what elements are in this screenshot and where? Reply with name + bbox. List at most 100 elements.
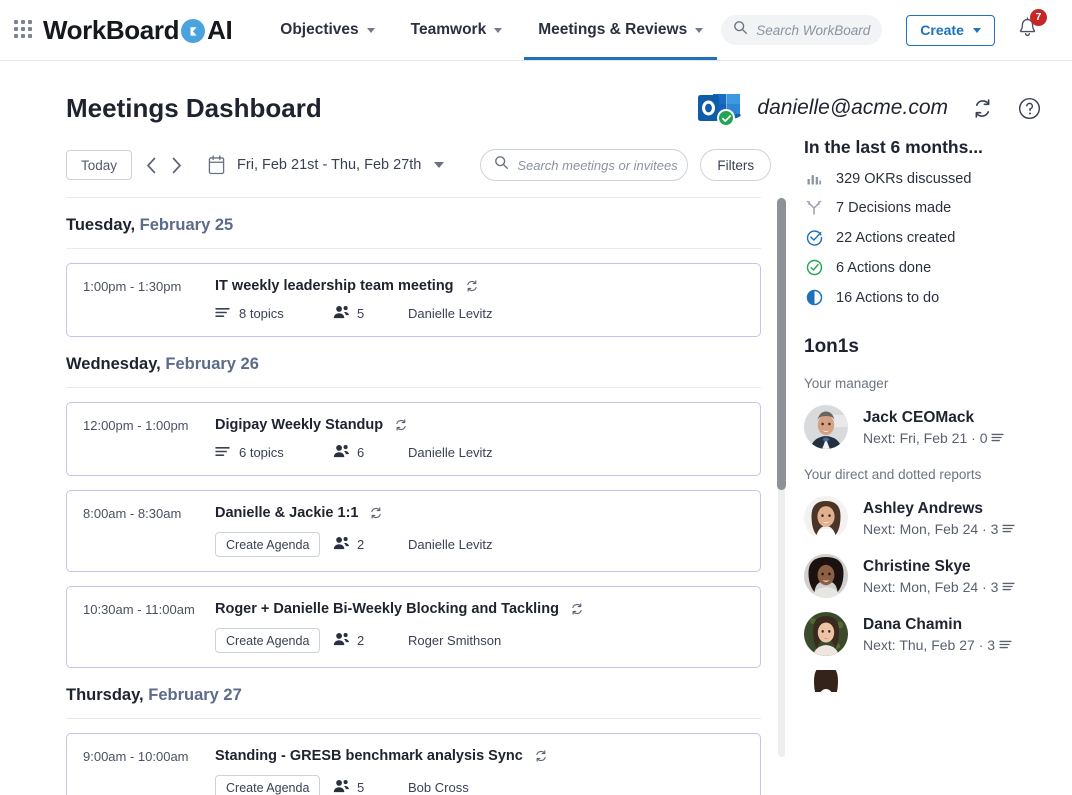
day-divider (66, 248, 761, 249)
report-3-next-label: Next: Thu, Feb 27 · 3 (863, 636, 996, 653)
apps-grid-icon[interactable] (14, 20, 32, 40)
day-monthday: February 25 (139, 216, 234, 234)
meeting-card[interactable]: 8:00am - 8:30am Danielle & Jackie 1:1 Cr… (66, 490, 761, 572)
meeting-attendees: 5 (333, 305, 408, 322)
connected-account: danielle@acme.com (697, 91, 1042, 127)
notifications-button[interactable]: 7 (1017, 8, 1047, 44)
meeting-card[interactable]: 9:00am - 10:00am Standing - GRESB benchm… (66, 733, 761, 795)
report-2-next-meeting: Next: Mon, Feb 24 · 3 (863, 579, 1015, 595)
sync-icon[interactable] (970, 96, 995, 121)
day-heading: Wednesday, February 26 (66, 355, 786, 374)
meeting-topics-label: 6 topics (239, 445, 284, 460)
nav-tab-objectives[interactable]: Objectives (262, 0, 392, 60)
filters-button[interactable]: Filters (700, 149, 772, 181)
meeting-topics[interactable]: 6 topics (215, 445, 333, 460)
nav-tab-teamwork[interactable]: Teamwork (393, 0, 521, 60)
meetings-search-input[interactable]: Search meetings or invitees (480, 149, 689, 181)
global-search-input[interactable]: Search WorkBoard (721, 15, 883, 45)
logo-mark-icon (181, 19, 206, 43)
create-agenda-label: Create Agenda (226, 537, 310, 552)
meeting-attendees: 5 (333, 779, 408, 795)
chevron-down-icon (494, 27, 503, 33)
report-avatar-2 (804, 554, 848, 598)
chevron-down-icon[interactable] (434, 162, 445, 168)
report-1-name: Ashley Andrews (863, 499, 984, 517)
day-weekday: Tuesday, (66, 216, 136, 234)
meetings-search-placeholder: Search meetings or invitees (517, 157, 678, 173)
nav-tab-meetings-reviews[interactable]: Meetings & Reviews (520, 0, 721, 60)
meeting-time: 12:00pm - 1:00pm (83, 417, 189, 433)
meeting-card[interactable]: 10:30am - 11:00am Roger + Danielle Bi-We… (66, 586, 761, 668)
logo-text-post: AI (207, 14, 233, 45)
stat-okrs-discussed: 329 OKRs discussed (804, 171, 1054, 187)
create-agenda-button[interactable]: Create Agenda (215, 628, 321, 653)
topics-icon (215, 445, 230, 460)
meeting-card[interactable]: 12:00pm - 1:00pm Digipay Weekly Standup (66, 402, 761, 476)
chevron-down-icon (695, 27, 704, 33)
oneonone-person-report-3[interactable]: Dana Chamin Next: Thu, Feb 27 · 3 (804, 612, 1054, 656)
day-divider (66, 718, 761, 719)
date-range-label[interactable]: Fri, Feb 21st - Thu, Feb 27th (237, 157, 421, 173)
day-heading: Thursday, February 27 (66, 686, 786, 705)
stat-actions-created: 22 Actions created (804, 229, 1054, 246)
topics-icon (999, 640, 1012, 649)
meeting-owner: Roger Smithson (408, 633, 502, 648)
people-icon (333, 779, 350, 795)
meeting-title[interactable]: Digipay Weekly Standup (215, 417, 383, 433)
oneonone-person-report-2[interactable]: Christine Skye Next: Mon, Feb 24 · 3 (804, 554, 1054, 598)
meeting-attendees: 2 (333, 632, 408, 649)
oneonone-person-report-1[interactable]: Ashley Andrews Next: Mon, Feb 24 · 3 (804, 496, 1054, 540)
meeting-topics[interactable]: 8 topics (215, 306, 333, 321)
top-navigation-bar: WorkBoard AI Objectives Teamwork Meeting… (0, 0, 1072, 61)
meeting-attendee-count: 2 (357, 537, 365, 552)
meeting-owner: Danielle Levitz (408, 537, 493, 552)
today-button[interactable]: Today (66, 150, 133, 180)
create-agenda-button[interactable]: Create Agenda (215, 775, 321, 795)
recurring-icon (465, 279, 479, 293)
help-circle-icon[interactable] (1017, 96, 1042, 121)
report-2-next-label: Next: Mon, Feb 24 · 3 (863, 578, 999, 595)
decision-branch-icon (804, 200, 824, 216)
meetings-scrollbar-thumb[interactable] (777, 198, 786, 490)
stat-actions-done: 6 Actions done (804, 259, 1054, 276)
meeting-attendees: 6 (333, 444, 408, 461)
oneonone-person-manager[interactable]: Jack CEOMack Next: Fri, Feb 21 · 0 (804, 405, 1054, 449)
manager-section-label: Your manager (804, 376, 889, 391)
recurring-icon (534, 749, 548, 763)
account-email: danielle@acme.com (757, 96, 948, 119)
meeting-attendees: 2 (333, 536, 408, 553)
create-agenda-label: Create Agenda (226, 780, 310, 795)
recurring-icon (570, 602, 584, 616)
report-avatar-4 (804, 670, 848, 692)
bell-icon (1017, 16, 1038, 43)
report-avatar-3 (804, 612, 848, 656)
meeting-topics-label: 8 topics (239, 306, 284, 321)
meeting-title[interactable]: Roger + Danielle Bi-Weekly Blocking and … (215, 601, 559, 617)
meeting-title[interactable]: IT weekly leadership team meeting (215, 278, 454, 294)
next-week-button[interactable] (171, 151, 182, 179)
report-2-name: Christine Skye (863, 557, 971, 575)
meeting-title[interactable]: Standing - GRESB benchmark analysis Sync (215, 748, 523, 764)
calendar-icon[interactable] (208, 155, 225, 175)
previous-week-button[interactable] (146, 151, 157, 179)
meeting-time: 10:30am - 11:00am (83, 601, 195, 617)
page-header: Meetings Dashboard danielle@acme.com (0, 61, 1072, 127)
manager-name: Jack CEOMack (863, 408, 975, 426)
workboard-logo[interactable]: WorkBoard AI (43, 14, 233, 46)
create-agenda-button[interactable]: Create Agenda (215, 532, 321, 557)
meeting-card[interactable]: 1:00pm - 1:30pm IT weekly leadership tea… (66, 263, 761, 337)
reports-section-label: Your direct and dotted reports (804, 467, 982, 482)
global-search-placeholder: Search WorkBoard (756, 22, 871, 38)
report-1-next-meeting: Next: Mon, Feb 24 · 3 (863, 521, 1015, 537)
oneonone-person-partial[interactable] (804, 670, 1054, 692)
day-weekday: Thursday, (66, 686, 144, 704)
dashboard-body: Today Fri, Feb 21st - Thu, Feb 27th Sear… (0, 125, 1072, 795)
oneonones-title: 1on1s (804, 336, 859, 357)
manager-avatar (804, 405, 848, 449)
create-button[interactable]: Create (906, 14, 995, 46)
check-circle-blue-icon (804, 229, 824, 246)
stat-decisions-made: 7 Decisions made (804, 200, 1054, 216)
topics-icon (1002, 582, 1015, 591)
meeting-title[interactable]: Danielle & Jackie 1:1 (215, 505, 358, 521)
manager-next-meeting: Next: Fri, Feb 21 · 0 (863, 430, 1005, 446)
